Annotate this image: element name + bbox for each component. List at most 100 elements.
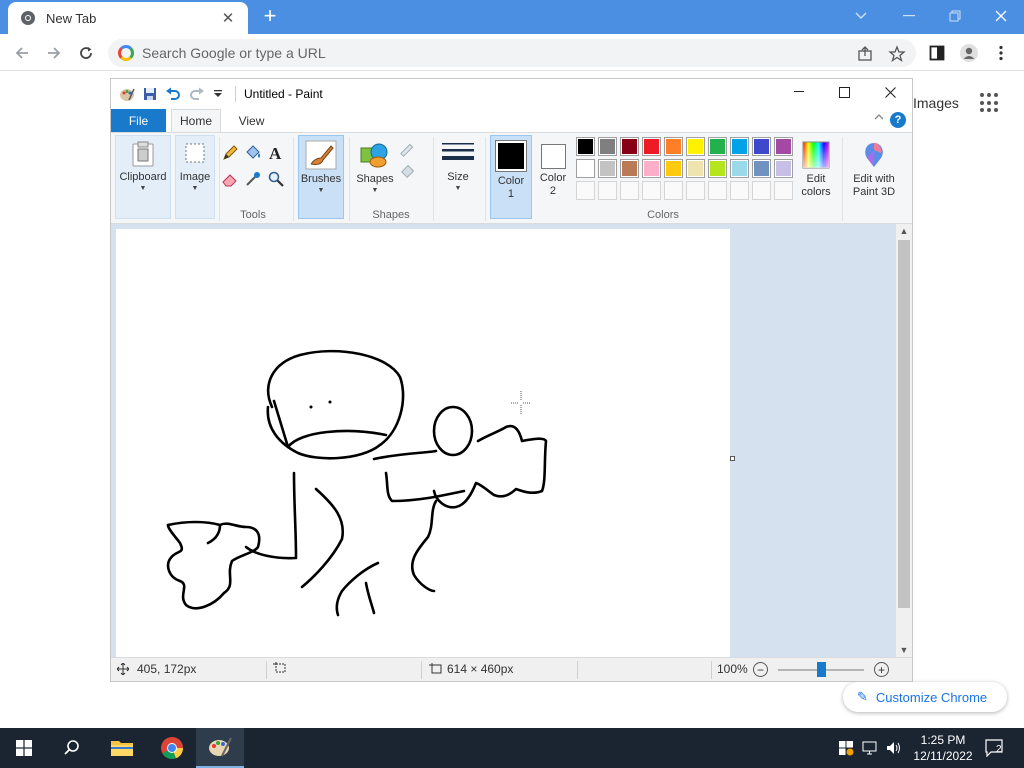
pencil-icon[interactable] — [220, 143, 240, 163]
brushes-button[interactable]: Brushes ▼ — [298, 135, 344, 219]
custom-color-slot[interactable] — [598, 181, 617, 200]
eraser-icon[interactable] — [220, 169, 240, 189]
custom-color-slot[interactable] — [576, 181, 595, 200]
palette-swatch[interactable] — [708, 159, 727, 178]
scroll-thumb[interactable] — [898, 240, 910, 608]
zoom-out-icon[interactable]: − — [753, 662, 768, 677]
clipboard-button[interactable]: Clipboard ▼ — [115, 135, 171, 219]
help-icon[interactable]: ? — [890, 112, 906, 128]
vertical-scrollbar[interactable]: ▲ ▼ — [896, 224, 912, 657]
text-tool-icon[interactable]: A — [266, 143, 286, 163]
palette-swatch[interactable] — [664, 137, 683, 156]
minimize-button[interactable] — [886, 4, 932, 28]
palette-swatch[interactable] — [620, 137, 639, 156]
palette-swatch[interactable] — [730, 137, 749, 156]
palette-swatch[interactable] — [598, 159, 617, 178]
notification-center-icon[interactable]: 2 — [982, 738, 1008, 758]
size-button[interactable]: Size ▼ — [436, 135, 480, 219]
chrome-favicon-icon — [20, 10, 36, 26]
save-icon[interactable] — [143, 87, 157, 101]
edit-with-paint3d-button[interactable]: Edit with Paint 3D — [845, 135, 903, 219]
fill-icon[interactable] — [399, 161, 419, 181]
edit-colors-button[interactable]: Edit colors — [794, 135, 838, 219]
palette-swatch[interactable] — [686, 137, 705, 156]
new-tab-button[interactable]: + — [258, 5, 282, 29]
magnifier-icon[interactable] — [266, 169, 286, 189]
drawing-canvas[interactable] — [116, 229, 730, 657]
edit-colors-label: Edit colors — [801, 173, 831, 198]
chrome-menu-icon[interactable] — [990, 42, 1012, 64]
restore-button[interactable] — [932, 4, 978, 28]
canvas-resize-handle[interactable] — [730, 456, 735, 461]
profile-avatar-icon[interactable] — [958, 42, 980, 64]
shapes-button[interactable]: Shapes ▼ — [351, 135, 399, 219]
paint-minimize-button[interactable] — [776, 79, 822, 105]
start-button[interactable] — [0, 728, 48, 768]
palette-swatch[interactable] — [642, 137, 661, 156]
volume-icon[interactable] — [884, 738, 904, 758]
tab-new-tab[interactable]: New Tab ✕ — [8, 2, 248, 34]
custom-color-slot[interactable] — [642, 181, 661, 200]
palette-swatch[interactable] — [730, 159, 749, 178]
search-button[interactable] — [48, 728, 96, 768]
palette-swatch[interactable] — [774, 159, 793, 178]
collapse-ribbon-icon[interactable] — [874, 113, 884, 120]
custom-color-slot[interactable] — [664, 181, 683, 200]
zoom-slider-thumb[interactable] — [817, 662, 826, 677]
custom-color-slot[interactable] — [752, 181, 771, 200]
images-link[interactable]: Images — [913, 95, 959, 111]
palette-swatch[interactable] — [752, 137, 771, 156]
palette-swatch[interactable] — [752, 159, 771, 178]
image-button[interactable]: Image ▼ — [175, 135, 215, 219]
paint-close-button[interactable] — [867, 79, 913, 105]
zoom-in-icon[interactable]: + — [874, 662, 889, 677]
custom-color-slot[interactable] — [620, 181, 639, 200]
tab-view[interactable]: View — [229, 109, 274, 132]
palette-swatch[interactable] — [598, 137, 617, 156]
forward-button[interactable] — [41, 40, 67, 66]
fill-bucket-icon[interactable] — [243, 143, 263, 163]
chrome-taskbar-button[interactable] — [148, 728, 196, 768]
palette-swatch[interactable] — [620, 159, 639, 178]
palette-swatch[interactable] — [576, 137, 595, 156]
taskbar-clock[interactable]: 1:25 PM 12/11/2022 — [912, 732, 974, 764]
custom-color-slot[interactable] — [708, 181, 727, 200]
close-window-button[interactable] — [978, 4, 1024, 28]
color2-button[interactable]: Color 2 — [533, 135, 573, 219]
undo-icon[interactable] — [165, 87, 181, 101]
paint3d-icon — [865, 143, 883, 167]
color-picker-icon[interactable] — [243, 169, 263, 189]
scroll-down-icon[interactable]: ▼ — [896, 643, 912, 657]
tab-file[interactable]: File — [111, 109, 166, 132]
redo-icon[interactable] — [189, 87, 205, 101]
back-button[interactable] — [9, 40, 35, 66]
palette-swatch[interactable] — [576, 159, 595, 178]
custom-color-slot[interactable] — [730, 181, 749, 200]
paint-taskbar-button[interactable] — [196, 728, 244, 768]
custom-color-slot[interactable] — [774, 181, 793, 200]
outline-icon[interactable] — [399, 139, 419, 159]
scroll-up-icon[interactable]: ▲ — [896, 224, 912, 238]
google-apps-icon[interactable] — [980, 93, 1000, 113]
paint-maximize-button[interactable] — [821, 79, 867, 105]
tab-close-icon[interactable]: ✕ — [220, 9, 236, 27]
palette-swatch[interactable] — [686, 159, 705, 178]
palette-swatch[interactable] — [774, 137, 793, 156]
windows-update-icon[interactable] — [836, 738, 856, 758]
palette-swatch[interactable] — [664, 159, 683, 178]
side-panel-icon[interactable] — [926, 42, 948, 64]
color1-button[interactable]: Color 1 — [490, 135, 532, 219]
reload-button[interactable] — [73, 40, 99, 66]
bookmark-star-icon[interactable] — [888, 45, 906, 63]
custom-color-slot[interactable] — [686, 181, 705, 200]
tab-search-chevron-icon[interactable] — [838, 4, 884, 28]
share-icon[interactable] — [856, 45, 874, 63]
network-icon[interactable] — [860, 738, 880, 758]
omnibox[interactable]: Search Google or type a URL — [108, 39, 916, 67]
tab-home[interactable]: Home — [171, 109, 221, 132]
file-explorer-button[interactable] — [98, 728, 146, 768]
palette-swatch[interactable] — [708, 137, 727, 156]
palette-swatch[interactable] — [642, 159, 661, 178]
quick-access-dropdown-icon[interactable] — [213, 89, 223, 99]
customize-chrome-button[interactable]: ✎ Customize Chrome — [843, 682, 1007, 712]
